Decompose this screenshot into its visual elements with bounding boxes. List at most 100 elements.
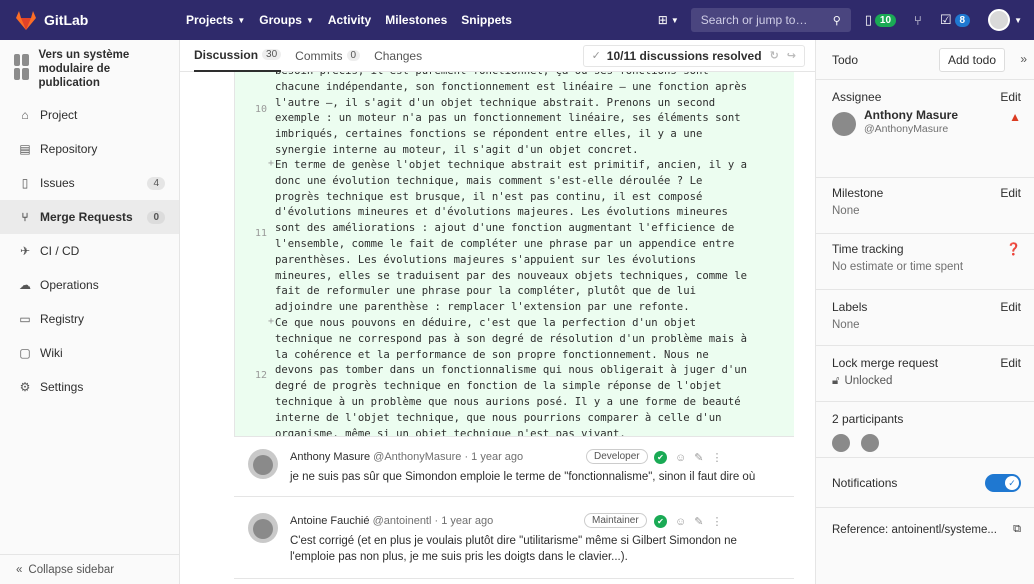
merge-requests-nav-button[interactable]: ⑂ <box>914 13 922 28</box>
emoji-icon[interactable]: ☺ <box>675 452 686 464</box>
check-circle-icon: ✓ <box>591 50 601 62</box>
sidebar-item-issues[interactable]: ▯ Issues 4 <box>0 166 179 200</box>
chevron-down-icon: ▼ <box>670 15 679 25</box>
tab-commits[interactable]: Commits 0 <box>295 40 361 72</box>
jump-to-discussion-icon[interactable]: ↪ <box>787 49 796 62</box>
issues-icon: ▯ <box>21 176 29 190</box>
issues-icon: ▯ <box>864 12 872 27</box>
edit-lock-link[interactable]: Edit <box>1000 356 1021 370</box>
note-author[interactable]: Anthony Masure <box>290 451 370 463</box>
sidebar-item-settings[interactable]: ⚙ Settings <box>0 370 179 404</box>
resolved-check-icon[interactable]: ✔ <box>654 451 667 464</box>
project-header[interactable]: Vers un système modulaire de publication <box>0 40 179 98</box>
gitlab-logo[interactable]: GitLab <box>16 10 186 30</box>
assignee-name[interactable]: Anthony Masure <box>864 108 958 122</box>
nav-projects[interactable]: Projects ▼ <box>186 13 245 27</box>
edit-labels-link[interactable]: Edit <box>1000 300 1021 314</box>
milestone-title: Milestone <box>832 186 884 200</box>
chevron-down-icon: ▼ <box>1014 15 1022 25</box>
pencil-icon[interactable]: ✎ <box>694 451 703 464</box>
top-navbar: GitLab Projects ▼ Groups ▼ Activity Milest… <box>0 0 1034 40</box>
avatar[interactable] <box>832 112 856 136</box>
lock-block: Lock merge request Edit 🔓︎ Unlocked <box>816 346 1034 402</box>
reply-area[interactable] <box>234 578 794 584</box>
issuable-sidebar: Todo Add todo » Assignee Edit Anthony Ma… <box>815 40 1034 584</box>
user-menu[interactable]: ▼ <box>988 9 1022 31</box>
edit-assignee-link[interactable]: Edit <box>1000 90 1021 104</box>
todos-count-badge: 8 <box>954 13 971 27</box>
check-icon: ✓ <box>1005 476 1019 490</box>
note-actions: ✔ ☺ ✎ ⋮ <box>654 515 730 528</box>
diff-line-text: En terme de genèse l'objet technique abs… <box>275 159 747 314</box>
emoji-icon[interactable]: ☺ <box>675 516 686 528</box>
sidebar-item-ci-cd[interactable]: ✈ CI / CD <box>0 234 179 268</box>
book-icon: ▢ <box>19 346 31 360</box>
note-body: je ne suis pas sûr que Simondon emploie … <box>290 471 756 483</box>
add-todo-button[interactable]: Add todo <box>938 48 1005 72</box>
unlock-icon: 🔓︎ <box>832 375 840 387</box>
avatar[interactable] <box>248 513 278 543</box>
role-badge: Developer <box>586 449 648 464</box>
merge-icon: ⑂ <box>914 12 922 28</box>
labels-block: Labels Edit None <box>816 290 1034 346</box>
sidebar-item-registry[interactable]: ▭ Registry <box>0 302 179 336</box>
time-tracking-title: Time tracking <box>832 242 904 256</box>
note-handle[interactable]: @antoinentl <box>373 515 432 527</box>
nav-snippets[interactable]: Snippets <box>461 13 512 27</box>
resolve-all-icon[interactable]: ↻ <box>770 49 779 62</box>
issues-nav-button[interactable]: ▯ 10 <box>864 12 897 28</box>
warning-icon: ▲ <box>1009 110 1021 124</box>
tab-discussion[interactable]: Discussion 30 <box>194 40 282 72</box>
rocket-icon: ✈ <box>19 244 31 258</box>
more-actions-icon[interactable]: ⋮ <box>711 451 722 464</box>
sidebar-item-wiki[interactable]: ▢ Wiki <box>0 336 179 370</box>
commits-count: 0 <box>346 50 361 61</box>
reference-text: Reference: antoinentl/systeme... <box>832 524 997 536</box>
copy-icon[interactable]: ⧉ <box>1013 523 1021 536</box>
avatar[interactable] <box>248 449 278 479</box>
line-number: 11 <box>254 228 267 239</box>
issues-count-badge: 10 <box>874 13 897 27</box>
double-chevron-left-icon: « <box>16 563 23 576</box>
double-chevron-right-icon[interactable]: » <box>1020 52 1027 66</box>
home-icon: ⌂ <box>21 108 29 122</box>
note-handle[interactable]: @AnthonyMasure <box>373 451 461 463</box>
todos-nav-button[interactable]: ☑ 8 <box>940 12 971 28</box>
discussion-note: Anthony Masure @AnthonyMasure · 1 year a… <box>234 436 794 496</box>
pencil-icon[interactable]: ✎ <box>694 515 703 528</box>
notifications-toggle[interactable]: ✓ <box>985 474 1021 492</box>
tab-changes[interactable]: Changes <box>374 40 422 72</box>
nav-activity[interactable]: Activity <box>328 13 371 27</box>
sidebar-item-project[interactable]: ⌂ Project <box>0 98 179 132</box>
time-tracking-block: Time tracking ❓ No estimate or time spen… <box>816 234 1034 290</box>
sidebar-item-merge-requests[interactable]: ⑂ Merge Requests 0 <box>0 200 179 234</box>
collapse-sidebar-button[interactable]: «Collapse sidebar <box>0 554 179 584</box>
note-actions: ✔ ☺ ✎ ⋮ <box>654 451 730 464</box>
note-timestamp: · 1 year ago <box>464 451 524 463</box>
assignee-title: Assignee <box>832 90 882 104</box>
chevron-down-icon: ▼ <box>237 15 246 25</box>
discussion-count: 30 <box>262 49 282 60</box>
milestone-block: Milestone Edit None <box>816 178 1034 234</box>
note-timestamp: · 1 year ago <box>434 515 494 527</box>
resolved-check-icon[interactable]: ✔ <box>654 515 667 528</box>
new-item-button[interactable]: ⊞ ▼ <box>658 13 679 27</box>
avatar[interactable] <box>861 434 880 452</box>
help-icon[interactable]: ❓ <box>1006 242 1021 256</box>
avatar[interactable] <box>832 434 850 452</box>
participants-block: 2 participants <box>816 402 1034 458</box>
brand-name: GitLab <box>44 12 89 28</box>
more-actions-icon[interactable]: ⋮ <box>711 515 722 528</box>
nav-groups[interactable]: Groups ▼ <box>259 13 314 27</box>
diff-snippet: 10 besoin précis, il est purement foncti… <box>234 72 794 436</box>
project-sidebar: Vers un système modulaire de publication… <box>0 40 180 584</box>
search-input[interactable]: Search or jump to… ⚲ <box>690 8 851 32</box>
edit-milestone-link[interactable]: Edit <box>1000 186 1021 200</box>
time-tracking-value: No estimate or time spent <box>832 261 964 273</box>
sidebar-item-operations[interactable]: ☁ Operations <box>0 268 179 302</box>
labels-value: None <box>832 319 860 331</box>
sidebar-item-repository[interactable]: ▤ Repository <box>0 132 179 166</box>
note-author[interactable]: Antoine Fauchié <box>290 515 370 527</box>
nav-milestones[interactable]: Milestones <box>385 13 447 27</box>
labels-title: Labels <box>832 300 868 314</box>
